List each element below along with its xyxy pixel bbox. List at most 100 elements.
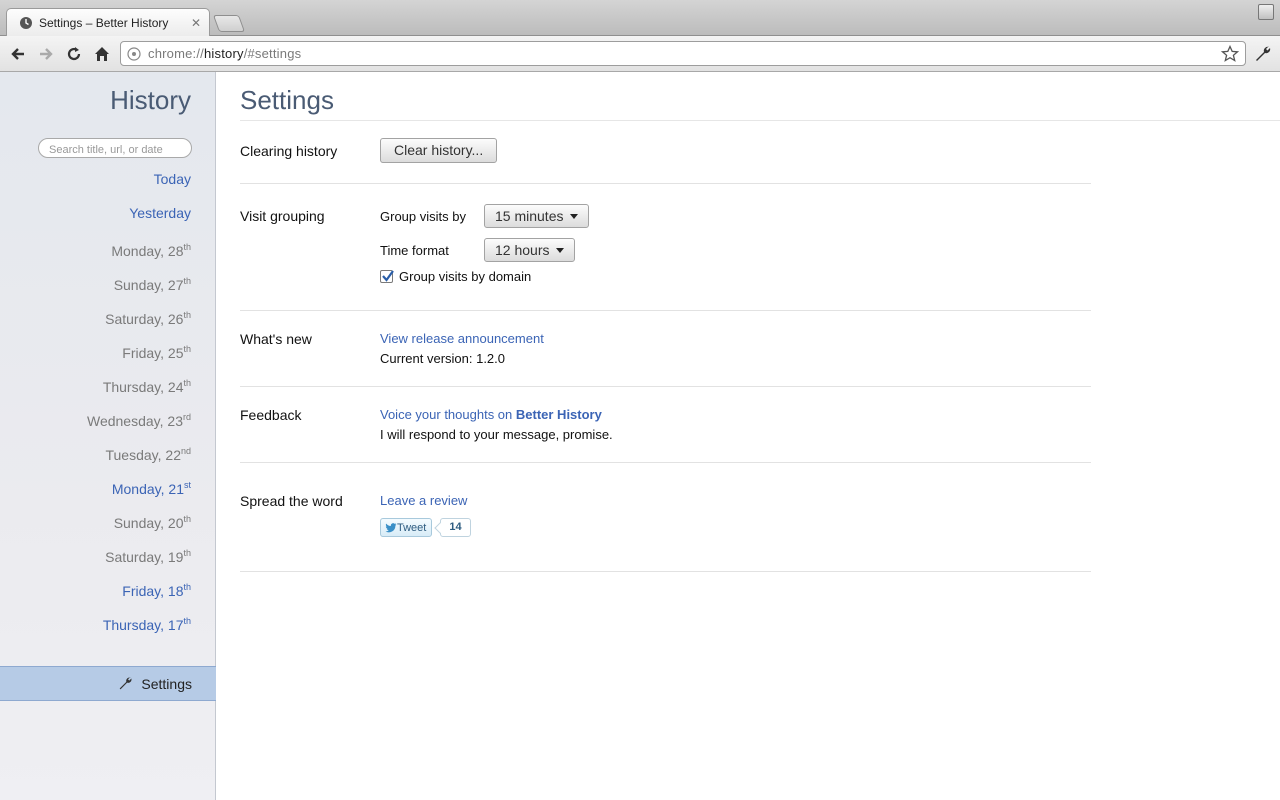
clear-history-button[interactable]: Clear history... <box>380 138 498 163</box>
bookmark-star-icon[interactable] <box>1221 45 1239 63</box>
sidebar-day-item[interactable]: Tuesday, 22nd <box>87 440 191 474</box>
group-visits-value: 15 minutes <box>495 208 564 224</box>
day-label: Thursday, 24 <box>102 379 184 395</box>
day-label: Sunday, 27 <box>113 277 184 293</box>
day-ordinal-suffix: th <box>183 378 191 388</box>
twitter-bird-icon <box>385 522 397 532</box>
group-visits-select[interactable]: 15 minutes <box>484 204 590 228</box>
day-label: Tuesday, 22 <box>105 447 181 463</box>
section-visit-grouping: Visit grouping Group visits by 15 minute… <box>240 184 1091 311</box>
history-sidebar: History TodayYesterdayMonday, 28thSunday… <box>0 72 216 800</box>
day-ordinal-suffix: nd <box>180 446 191 456</box>
sidebar-item-label: Settings <box>141 675 192 692</box>
section-label: Visit grouping <box>240 208 325 224</box>
day-ordinal-suffix: th <box>183 276 191 286</box>
reload-button[interactable] <box>60 40 88 68</box>
window-zoom-button[interactable] <box>1258 4 1274 20</box>
sidebar-day-item[interactable]: Friday, 18th <box>87 576 191 610</box>
section-label: Spread the word <box>240 493 343 509</box>
current-version-text: Current version: 1.2.0 <box>380 351 506 366</box>
group-by-domain-label: Group visits by domain <box>399 269 532 284</box>
sidebar-title: History <box>110 85 191 115</box>
active-tab[interactable]: Settings – Better History ✕ <box>6 8 210 36</box>
dropdown-arrow-icon <box>556 247 565 253</box>
sidebar-item-settings[interactable]: Settings <box>0 666 216 701</box>
home-icon <box>95 46 109 61</box>
release-announcement-link[interactable]: View release announcement <box>380 331 544 346</box>
day-label: Wednesday, 23 <box>86 413 183 429</box>
sidebar-day-item[interactable]: Monday, 28th <box>87 236 191 270</box>
day-label: Friday, 25 <box>122 345 184 361</box>
day-label: Yesterday <box>129 205 191 221</box>
clock-icon <box>20 16 32 29</box>
home-button[interactable] <box>88 40 116 68</box>
tweet-count: 14 <box>440 518 471 537</box>
day-ordinal-suffix: rd <box>182 412 191 422</box>
reload-icon <box>67 46 81 60</box>
sidebar-day-item[interactable]: Saturday, 26th <box>87 304 191 338</box>
section-label: Clearing history <box>240 143 338 159</box>
dropdown-arrow-icon <box>570 213 579 219</box>
sidebar-day-item[interactable]: Thursday, 17th <box>87 610 191 644</box>
day-ordinal-suffix: th <box>183 582 191 592</box>
day-label: Today <box>153 171 191 187</box>
day-label: Monday, 21 <box>111 481 184 497</box>
url-text: chrome://history/#settings <box>148 46 302 61</box>
tweet-button[interactable]: Tweet <box>380 518 433 537</box>
sidebar-day-item[interactable]: Sunday, 20th <box>87 508 191 542</box>
time-format-value: 12 hours <box>495 242 550 258</box>
day-ordinal-suffix: th <box>183 310 191 320</box>
section-spread-the-word: Spread the word Leave a review Tweet 14 <box>240 463 1091 572</box>
section-whats-new: What's new View release announcement Cur… <box>240 311 1091 387</box>
address-bar[interactable]: chrome://history/#settings <box>120 41 1246 66</box>
leave-review-link[interactable]: Leave a review <box>380 493 471 508</box>
day-ordinal-suffix: th <box>183 514 191 524</box>
day-label: Saturday, 26 <box>105 311 184 327</box>
section-clearing-history: Clearing history Clear history... <box>240 121 1091 184</box>
day-label: Friday, 18 <box>122 583 184 599</box>
sidebar-day-item[interactable]: Monday, 21st <box>87 474 191 508</box>
day-label: Monday, 28 <box>111 243 184 259</box>
forward-arrow-icon <box>40 47 53 60</box>
day-ordinal-suffix: th <box>183 616 191 626</box>
time-format-label: Time format <box>380 242 449 258</box>
back-button[interactable] <box>4 40 32 68</box>
new-tab-button[interactable] <box>212 15 246 32</box>
section-label: What's new <box>240 331 312 347</box>
sidebar-day-item[interactable]: Sunday, 27th <box>87 270 191 304</box>
sidebar-day-item[interactable]: Thursday, 24th <box>87 372 191 406</box>
day-ordinal-suffix: th <box>183 548 191 558</box>
day-ordinal-suffix: st <box>183 480 191 490</box>
tab-close-icon[interactable]: ✕ <box>191 16 201 30</box>
checkmark-icon <box>382 270 394 282</box>
sidebar-day-item[interactable]: Yesterday <box>87 202 191 236</box>
day-label: Thursday, 17 <box>102 617 184 633</box>
time-format-select[interactable]: 12 hours <box>484 238 576 262</box>
day-label: Sunday, 20 <box>113 515 184 531</box>
section-label: Feedback <box>240 407 302 423</box>
sidebar-day-item[interactable]: Saturday, 19th <box>87 542 191 576</box>
page-icon <box>127 46 141 61</box>
tweet-label: Tweet <box>397 521 427 534</box>
day-label: Saturday, 19 <box>105 549 184 565</box>
feedback-link[interactable]: Voice your thoughts on Better History <box>380 407 613 422</box>
sidebar-day-item[interactable]: Today <box>87 168 191 202</box>
day-ordinal-suffix: th <box>183 242 191 252</box>
tab-strip: Settings – Better History ✕ <box>0 0 1280 36</box>
day-list: Today Yesterday Monday, 28th Sunday, 27th Sa… <box>87 168 191 644</box>
wrench-menu-icon[interactable] <box>1254 45 1272 63</box>
sidebar-day-item[interactable]: Friday, 25th <box>87 338 191 372</box>
back-arrow-icon <box>11 47 24 60</box>
tab-title: Settings – Better History <box>39 15 169 30</box>
forward-button[interactable] <box>32 40 60 68</box>
group-visits-label: Group visits by <box>380 208 466 224</box>
section-feedback: Feedback Voice your thoughts on Better H… <box>240 387 1091 463</box>
day-ordinal-suffix: th <box>183 344 191 354</box>
search-input[interactable] <box>38 138 192 158</box>
page-title: Settings <box>240 85 334 115</box>
browser-toolbar: chrome://history/#settings <box>0 36 1280 72</box>
group-by-domain-checkbox[interactable] <box>380 270 394 283</box>
wrench-icon <box>120 677 132 690</box>
sidebar-day-item[interactable]: Wednesday, 23rd <box>87 406 191 440</box>
feedback-note: I will respond to your message, promise. <box>380 427 613 442</box>
